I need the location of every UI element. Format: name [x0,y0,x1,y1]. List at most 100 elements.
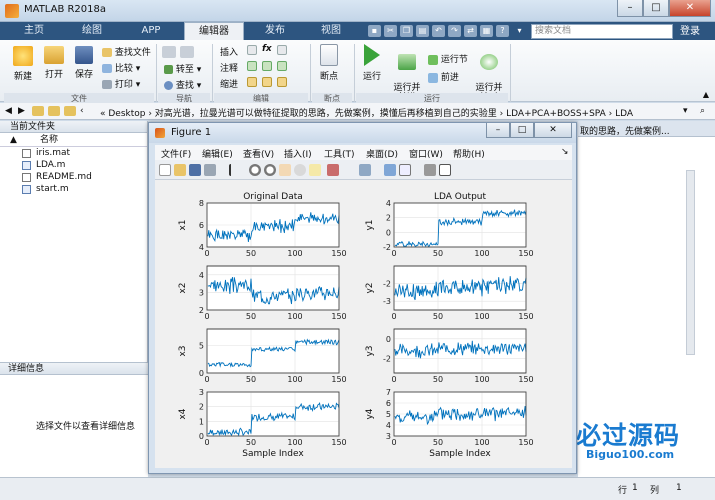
quick-save-icon[interactable]: ▪ [368,25,381,37]
edit-plot-icon[interactable] [229,164,237,176]
menu-view[interactable]: 查看(V) [243,147,274,160]
close-button[interactable]: ✕ [669,0,711,17]
forward-icon[interactable]: ▶ [18,106,25,116]
colorbar-icon[interactable] [384,164,396,176]
save-button[interactable]: 保存 [70,46,98,80]
hide-tools-icon[interactable] [424,164,436,176]
run-section-icon [428,54,438,65]
tab-home[interactable]: 主页 [12,22,56,40]
data-cursor-icon[interactable] [309,164,321,176]
y-tick-label: 4 [386,199,391,208]
list-item[interactable]: iris.mat [0,147,147,159]
menu-file[interactable]: 文件(F) [161,147,191,160]
path-dropdown-icon[interactable]: ▾ [683,106,688,116]
maximize-button[interactable]: □ [643,0,669,17]
save-figure-icon[interactable] [189,164,201,176]
advance-button[interactable]: 前进 [428,70,459,83]
figure-minimize-button[interactable]: – [486,123,510,138]
uncomment-icon[interactable] [262,61,272,74]
path-search-icon[interactable]: ⌕ [700,106,705,116]
indent-less-icon[interactable] [277,77,287,90]
find-files-button[interactable]: 查找文件 [102,45,151,58]
name-column-header[interactable]: ▲ 名称 [0,133,147,147]
quick-layout-icon[interactable]: ▦ [480,25,493,37]
open-button[interactable]: 打开 [40,46,68,80]
show-tools-icon[interactable] [439,164,451,176]
figure-close-button[interactable]: ✕ [534,123,572,138]
print-button[interactable]: 打印 ▾ [102,77,140,90]
vertical-scrollbar[interactable] [686,170,695,355]
menu-insert[interactable]: 插入(I) [284,147,312,160]
insert-dropdown-icon[interactable] [247,45,257,58]
pan-icon[interactable] [279,164,291,176]
zoom-in-icon[interactable] [249,164,261,176]
minimize-button[interactable]: – [617,0,643,17]
sort-icon[interactable]: ▲ [10,133,17,147]
breakpoints-button[interactable]: 断点 [314,44,344,82]
browse-folder-icon[interactable] [48,106,60,116]
comment-button[interactable]: 注释 [220,61,238,74]
zoom-out-icon[interactable] [264,164,276,176]
back-icon[interactable]: ◀ [5,106,12,116]
login-button[interactable]: 登录 [680,24,700,39]
open-file-icon[interactable] [174,164,186,176]
file-name: README.md [36,172,92,182]
tab-plots[interactable]: 绘图 [68,22,116,40]
nav-forward-icon[interactable] [180,46,194,61]
print-figure-icon[interactable] [204,164,216,176]
menu-desktop[interactable]: 桌面(D) [366,147,398,160]
brush-icon[interactable] [327,164,339,176]
x-tick-label: 100 [474,438,489,447]
menu-edit[interactable]: 编辑(E) [202,147,233,160]
quick-copy-icon[interactable]: ❐ [400,25,413,37]
quick-cut-icon[interactable]: ✂ [384,25,397,37]
insert-button[interactable]: 插入 [220,45,238,58]
legend-icon[interactable] [399,164,411,176]
editor-tab-label[interactable]: 取的思路，先做案例... [580,124,670,137]
tab-editor[interactable]: 编辑器 [184,22,244,40]
axes-box [393,202,527,248]
tab-view[interactable]: 视图 [308,22,354,40]
tab-publish[interactable]: 发布 [252,22,298,40]
path-left-arrow-icon[interactable]: ‹ [80,106,84,116]
menu-window[interactable]: 窗口(W) [409,147,443,160]
tab-apps[interactable]: APP [128,22,174,40]
wrap-comment-icon[interactable] [277,61,287,74]
help-icon[interactable]: ? [496,25,509,37]
quick-paste-icon[interactable]: ▤ [416,25,429,37]
quick-undo-icon[interactable]: ↶ [432,25,445,37]
search-input[interactable]: 搜索文档 [531,24,673,39]
link-plot-icon[interactable] [359,164,371,176]
find-button[interactable]: 查找 ▾ [164,78,201,91]
rotate-icon[interactable] [294,164,306,176]
new-button[interactable]: 新建 [8,46,38,82]
menubar-dock-icon[interactable]: ↘ [561,147,569,157]
smart-indent-icon[interactable] [247,77,257,90]
compare-button[interactable]: 比较 ▾ [102,61,140,74]
run-section-button[interactable]: 运行节 [428,52,468,65]
insert-section-icon[interactable] [277,45,287,58]
indent-button[interactable]: 缩进 [220,77,238,90]
fx-button[interactable]: fx [262,44,272,54]
folder-history-icon[interactable] [64,106,76,116]
list-item[interactable]: README.md [0,171,147,183]
menu-help[interactable]: 帮助(H) [453,147,485,160]
list-item[interactable]: start.m [0,183,147,195]
x-tick-label: 100 [474,375,489,384]
quick-switch-icon[interactable]: ⇄ [464,25,477,37]
figure-canvas: 0 50 100 150 4 6 8 Original Data x1 0 50 100 150 -2 0 2… [155,180,572,468]
figure-maximize-button[interactable]: □ [510,123,534,138]
up-folder-icon[interactable] [32,106,44,116]
goto-button[interactable]: 转至 ▾ [164,62,201,75]
list-item[interactable]: LDA.m [0,159,147,171]
run-button[interactable]: 运行 [357,44,387,82]
search-dropdown-icon[interactable]: ▾ [513,25,526,37]
percent-comment-icon[interactable] [247,61,257,74]
menu-tools[interactable]: 工具(T) [324,147,355,160]
collapse-ribbon-icon[interactable]: ▲ [703,90,709,99]
indent-more-icon[interactable] [262,77,272,90]
nav-back-icon[interactable] [162,46,176,61]
current-path[interactable]: « Desktop › 对高光谱，拉曼光谱可以做特征提取的思路，先做案例，摸懂后… [100,106,633,119]
quick-redo-icon[interactable]: ↷ [448,25,461,37]
new-figure-icon[interactable] [159,164,171,176]
